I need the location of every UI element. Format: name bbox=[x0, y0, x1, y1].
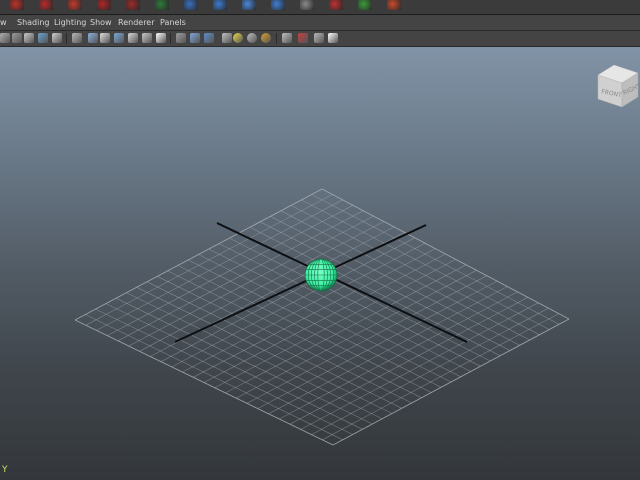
menu-panels[interactable]: Panels bbox=[160, 16, 186, 29]
grid-line-u bbox=[332, 318, 570, 446]
textured-icon[interactable] bbox=[222, 33, 232, 43]
toolbar-separator bbox=[276, 33, 277, 44]
scale-tool-icon[interactable] bbox=[68, 0, 82, 10]
shadows-icon[interactable] bbox=[247, 33, 257, 43]
toolbar-separator bbox=[66, 33, 67, 44]
camera-attributes-icon[interactable] bbox=[24, 33, 34, 43]
bookmark-icon[interactable] bbox=[38, 33, 48, 43]
polygon-sphere[interactable] bbox=[304, 258, 338, 292]
grid-line-v bbox=[126, 292, 383, 420]
toolbar-separator bbox=[170, 33, 171, 44]
render-settings-icon[interactable] bbox=[358, 0, 372, 10]
isolate-select-icon[interactable] bbox=[282, 33, 292, 43]
perspective-viewport[interactable]: FRONT RIGHT Y bbox=[0, 47, 640, 480]
axis-indicator-y: Y bbox=[2, 465, 8, 475]
menu-renderer[interactable]: Renderer bbox=[118, 16, 155, 29]
menu-lighting[interactable]: Lighting bbox=[54, 16, 86, 29]
grid-toggle-icon[interactable] bbox=[72, 33, 82, 43]
grid-line-v bbox=[177, 265, 432, 393]
ground-grid bbox=[74, 188, 570, 446]
extrude-icon[interactable] bbox=[155, 0, 169, 10]
film-gate-icon[interactable] bbox=[88, 33, 98, 43]
render-icon[interactable] bbox=[300, 0, 314, 10]
use-all-lights-icon[interactable] bbox=[233, 33, 243, 43]
hud-icon[interactable] bbox=[328, 33, 338, 43]
field-chart-icon[interactable] bbox=[128, 33, 138, 43]
wireframe-icon[interactable] bbox=[176, 33, 186, 43]
xray-joints-icon[interactable] bbox=[314, 33, 324, 43]
grid-line-u bbox=[300, 302, 539, 430]
grid-line-u bbox=[322, 313, 559, 441]
menu-view[interactable]: w bbox=[0, 16, 7, 29]
grid-line-u bbox=[289, 297, 528, 425]
smooth-shade-icon[interactable] bbox=[190, 33, 200, 43]
grid-line-u bbox=[311, 307, 549, 435]
hypershade-icon[interactable] bbox=[387, 0, 401, 10]
view-cube[interactable]: FRONT RIGHT bbox=[596, 61, 640, 109]
resolution-gate-icon[interactable] bbox=[100, 33, 110, 43]
xray-icon[interactable] bbox=[298, 33, 308, 43]
grid-line-v bbox=[167, 270, 422, 399]
move-tool-icon[interactable] bbox=[10, 0, 24, 10]
polygon-plane-icon[interactable] bbox=[271, 0, 285, 10]
panel-toolbar bbox=[0, 31, 640, 47]
default-material-icon[interactable] bbox=[204, 33, 214, 43]
panel-menu-bar: w Shading Lighting Show Renderer Panels bbox=[0, 15, 640, 31]
gate-mask-icon[interactable] bbox=[114, 33, 124, 43]
grid-line-v bbox=[157, 276, 412, 404]
screen-space-ao-icon[interactable] bbox=[261, 33, 271, 43]
rotate-tool-icon[interactable] bbox=[39, 0, 53, 10]
menu-show[interactable]: Show bbox=[90, 16, 112, 29]
menu-shading[interactable]: Shading bbox=[17, 16, 50, 29]
sculpt-icon[interactable] bbox=[97, 0, 111, 10]
grid-line-v bbox=[146, 281, 402, 409]
polygon-cube-icon[interactable] bbox=[184, 0, 198, 10]
image-plane-icon[interactable] bbox=[52, 33, 62, 43]
scene-view bbox=[74, 188, 570, 446]
lock-camera-icon[interactable] bbox=[12, 33, 22, 43]
polygon-cylinder-icon[interactable] bbox=[242, 0, 256, 10]
ipr-render-icon[interactable] bbox=[329, 0, 343, 10]
grid-line-v bbox=[136, 287, 393, 414]
safe-title-icon[interactable] bbox=[156, 33, 166, 43]
safe-action-icon[interactable] bbox=[142, 33, 152, 43]
select-camera-icon[interactable] bbox=[0, 33, 10, 43]
polygon-sphere-icon[interactable] bbox=[213, 0, 227, 10]
curve-tool-icon[interactable] bbox=[126, 0, 140, 10]
grid-line-u bbox=[279, 291, 518, 420]
grid-line-v bbox=[116, 297, 373, 425]
shelf-toolbar bbox=[0, 0, 640, 15]
grid-line-u bbox=[268, 286, 508, 415]
